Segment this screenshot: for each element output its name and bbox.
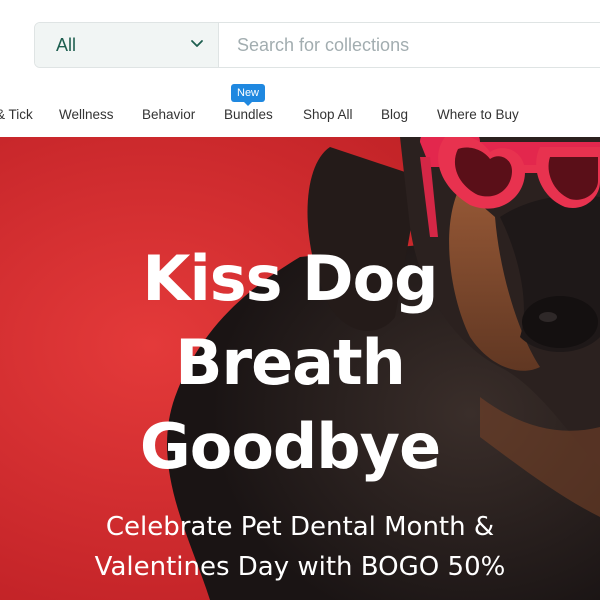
nav-item-shop-all[interactable]: Shop All <box>303 107 353 122</box>
category-select-value: All <box>56 34 77 55</box>
search-input[interactable] <box>219 23 600 67</box>
hero-title-line: Goodbye <box>139 410 441 483</box>
hero-title-line: Breath <box>175 326 406 399</box>
hero-subtitle: Celebrate Pet Dental Month & Valentines … <box>40 507 560 587</box>
nav-item-where-to-buy[interactable]: Where to Buy <box>437 107 519 122</box>
new-badge: New <box>231 84 266 106</box>
page: All & Tick Wellness Behavior Bundles Sho… <box>0 0 600 600</box>
nav-item-bundles[interactable]: Bundles <box>224 107 273 122</box>
category-select[interactable]: All <box>35 23 219 67</box>
search-bar: All <box>34 22 600 68</box>
nav-item-flea-tick[interactable]: & Tick <box>0 107 33 122</box>
hero-subtitle-line: Celebrate Pet Dental Month & <box>105 512 495 542</box>
hero-banner[interactable]: Kiss Dog Breath Goodbye Celebrate Pet De… <box>0 137 600 600</box>
hero-title: Kiss Dog Breath Goodbye <box>70 237 510 489</box>
nav-item-blog[interactable]: Blog <box>381 107 408 122</box>
main-nav: & Tick Wellness Behavior Bundles Shop Al… <box>0 96 600 136</box>
nav-item-wellness[interactable]: Wellness <box>59 107 114 122</box>
hero-title-line: Kiss Dog <box>142 242 438 315</box>
chevron-down-icon <box>191 40 203 47</box>
nav-item-behavior[interactable]: Behavior <box>142 107 195 122</box>
hero-subtitle-line: Valentines Day with BOGO 50% <box>94 552 506 582</box>
